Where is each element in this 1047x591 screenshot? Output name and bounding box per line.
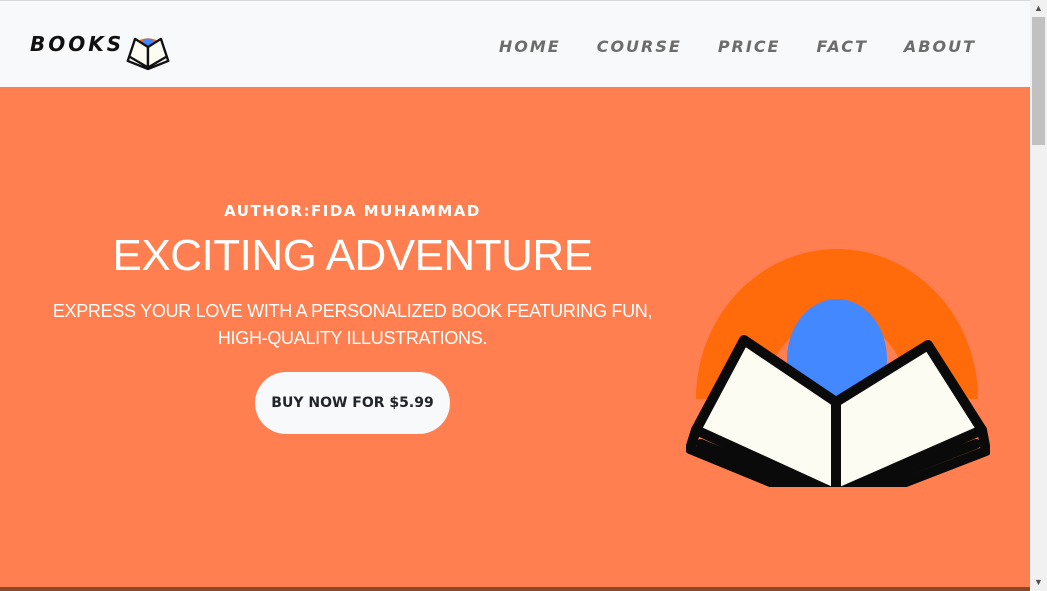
nav-link-home[interactable]: HOME: [499, 37, 561, 56]
nav-links: HOME COURSE PRICE FACT ABOUT: [499, 37, 976, 56]
page-bottom-strip: [0, 587, 1030, 591]
browser-viewport: BOOKS HOME COURSE PRICE FACT ABOUT AUTHO…: [0, 0, 1030, 591]
hero-section: AUTHOR:FIDA MUHAMMAD EXCITING ADVENTURE …: [0, 87, 1030, 587]
brand-name[interactable]: BOOKS: [30, 32, 124, 56]
vertical-scrollbar[interactable]: ▲ ▼: [1030, 0, 1047, 591]
scroll-up-arrow-icon[interactable]: ▲: [1030, 0, 1047, 17]
open-book-rainbow-icon: [686, 249, 990, 489]
nav-link-price[interactable]: PRICE: [718, 37, 781, 56]
buy-now-button[interactable]: BUY NOW FOR $5.99: [255, 372, 450, 434]
scroll-down-arrow-icon[interactable]: ▼: [1030, 574, 1047, 591]
hero-tagline: EXPRESS YOUR LOVE WITH A PERSONALIZED BO…: [52, 301, 653, 348]
nav-link-about[interactable]: ABOUT: [904, 37, 976, 56]
nav-link-course[interactable]: COURSE: [597, 37, 682, 56]
author-label: AUTHOR:FIDA MUHAMMAD: [224, 202, 481, 220]
book-logo-icon[interactable]: [126, 23, 170, 71]
navbar: BOOKS HOME COURSE PRICE FACT ABOUT: [0, 0, 1030, 87]
hero-headline: EXCITING ADVENTURE: [112, 231, 593, 280]
scrollbar-thumb[interactable]: [1032, 17, 1045, 145]
hero-text: AUTHOR:FIDA MUHAMMAD EXCITING ADVENTURE …: [40, 202, 665, 434]
nav-link-fact[interactable]: FACT: [816, 37, 867, 56]
